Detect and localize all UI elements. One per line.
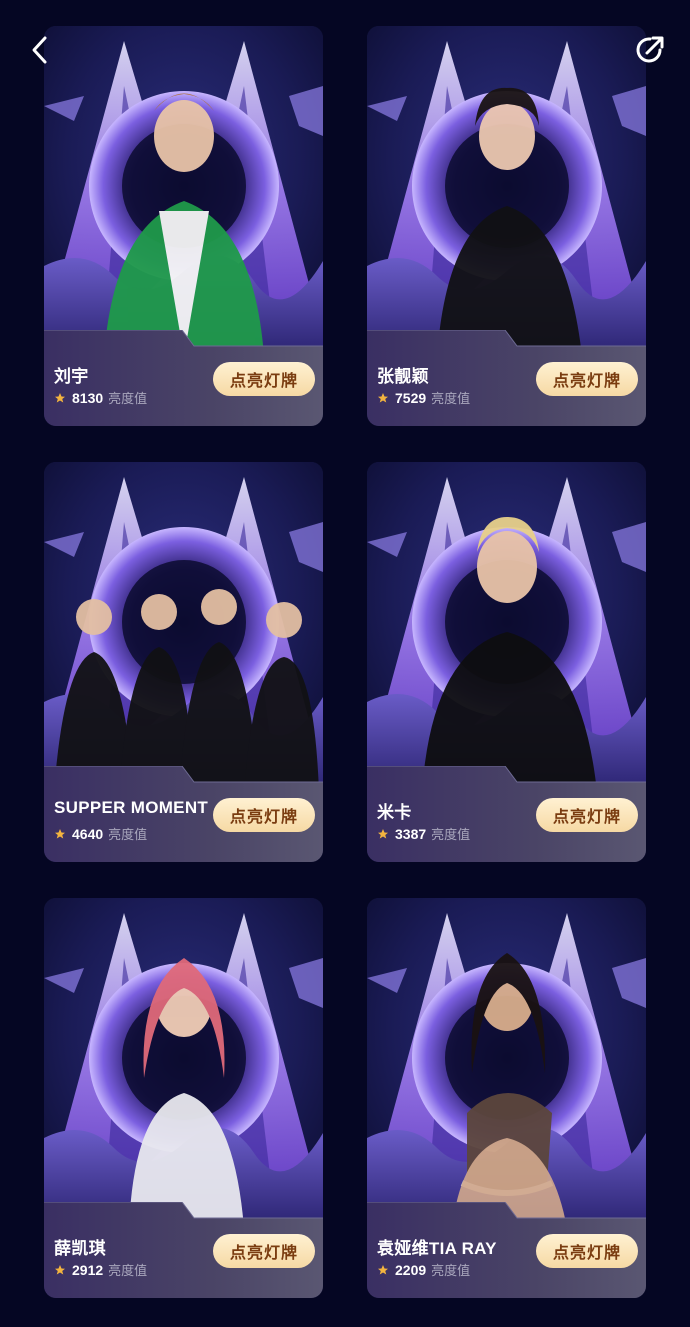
artist-name: 米卡 (377, 803, 412, 822)
brightness-score: 3387 (395, 825, 427, 842)
brightness-stats: 7529 亮度值 (377, 388, 470, 407)
artist-name: 袁娅维TIA RAY (377, 1239, 497, 1258)
star-icon (55, 1264, 65, 1274)
card-footer: 薛凯琪 2912 亮度值 点亮灯牌 (44, 1202, 323, 1298)
brightness-label: 亮度值 (108, 391, 148, 406)
artist-photo (44, 462, 323, 792)
star-icon (378, 1264, 388, 1274)
star-icon (378, 828, 388, 838)
artist-card[interactable]: 薛凯琪 2912 亮度值 点亮灯牌 (44, 898, 323, 1298)
brightness-label: 亮度值 (431, 1263, 471, 1278)
brightness-score: 2209 (395, 1261, 427, 1278)
brightness-stats: 2912 亮度值 (54, 1260, 147, 1279)
share-button[interactable] (630, 30, 670, 70)
brightness-label: 亮度值 (431, 827, 471, 842)
card-footer: 袁娅维TIA RAY 2209 亮度值 点亮灯牌 (367, 1202, 646, 1298)
card-footer: 米卡 3387 亮度值 点亮灯牌 (367, 766, 646, 862)
brightness-stats: 3387 亮度值 (377, 824, 470, 843)
artist-card[interactable]: 刘宇 8130 亮度值 点亮灯牌 (44, 26, 323, 426)
brightness-label: 亮度值 (108, 1263, 148, 1278)
artist-photo (44, 26, 323, 356)
artist-name: 刘宇 (54, 367, 89, 386)
light-up-button[interactable]: 点亮灯牌 (536, 1234, 638, 1268)
artist-name: SUPPER MOMENT (54, 798, 209, 817)
light-up-button[interactable]: 点亮灯牌 (536, 362, 638, 396)
artist-card[interactable]: 张靓颖 7529 亮度值 点亮灯牌 (367, 26, 646, 426)
brightness-label: 亮度值 (108, 827, 148, 842)
artist-card[interactable]: 袁娅维TIA RAY 2209 亮度值 点亮灯牌 (367, 898, 646, 1298)
card-footer: SUPPER MOMENT 4640 亮度值 点亮灯牌 (44, 766, 323, 862)
card-footer: 刘宇 8130 亮度值 点亮灯牌 (44, 330, 323, 426)
brightness-score: 4640 (72, 825, 104, 842)
card-footer: 张靓颖 7529 亮度值 点亮灯牌 (367, 330, 646, 426)
brightness-score: 7529 (395, 389, 427, 406)
artist-name: 薛凯琪 (54, 1239, 106, 1258)
artist-photo (367, 26, 646, 356)
star-icon (55, 828, 65, 838)
star-icon (378, 392, 388, 402)
brightness-label: 亮度值 (431, 391, 471, 406)
artist-card[interactable]: 米卡 3387 亮度值 点亮灯牌 (367, 462, 646, 862)
artist-name: 张靓颖 (377, 367, 429, 386)
chevron-left-icon (32, 36, 47, 64)
brightness-stats: 2209 亮度值 (377, 1260, 470, 1279)
artist-photo (367, 462, 646, 792)
star-icon (55, 392, 65, 402)
artist-photo (44, 898, 323, 1228)
share-icon (636, 36, 664, 63)
artist-grid: 刘宇 8130 亮度值 点亮灯牌 张靓颖 7529 亮度值 点亮灯牌 SUPPE… (44, 26, 646, 1298)
light-up-button[interactable]: 点亮灯牌 (536, 798, 638, 832)
brightness-stats: 4640 亮度值 (54, 824, 147, 843)
brightness-score: 2912 (72, 1261, 104, 1278)
light-up-button[interactable]: 点亮灯牌 (213, 798, 315, 832)
light-up-button[interactable]: 点亮灯牌 (213, 362, 315, 396)
artist-photo (367, 898, 646, 1228)
brightness-stats: 8130 亮度值 (54, 388, 147, 407)
brightness-score: 8130 (72, 389, 104, 406)
artist-card[interactable]: SUPPER MOMENT 4640 亮度值 点亮灯牌 (44, 462, 323, 862)
back-button[interactable] (20, 30, 60, 70)
light-up-button[interactable]: 点亮灯牌 (213, 1234, 315, 1268)
